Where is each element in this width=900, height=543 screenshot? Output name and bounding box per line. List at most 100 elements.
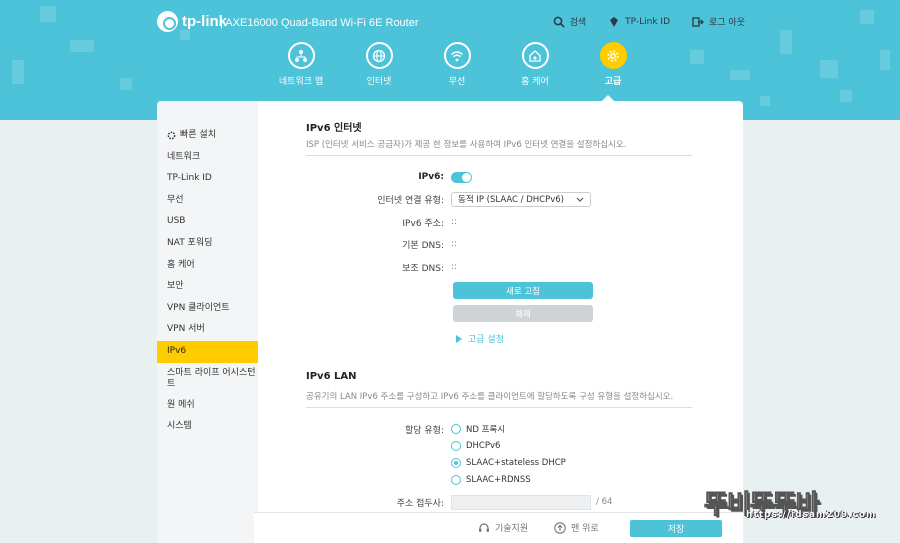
release-button[interactable]: 해제 xyxy=(453,305,593,322)
radio-circle xyxy=(451,475,461,485)
assign-option-row: DHCPv6 xyxy=(306,438,706,454)
chevron-down-icon xyxy=(576,197,584,202)
router-model: | AXE16000 Quad-Band Wi-Fi 6E Router xyxy=(220,17,419,29)
connection-type-select[interactable]: 동적 IP (SLAAC / DHCPv6) xyxy=(451,191,591,207)
sidebar-item-vpn-client[interactable]: VPN 클라이언트 xyxy=(157,298,258,320)
nav-advanced-label: 고급 xyxy=(604,77,622,87)
advanced-settings-label: 고급 설정 xyxy=(468,335,504,345)
assign-option-row: SLAAC+stateless DHCP xyxy=(306,455,706,471)
assign-option-row: SLAAC+RDNSS xyxy=(306,472,706,488)
radio-label: DHCPv6 xyxy=(466,441,501,451)
nav-advanced[interactable]: 고급 xyxy=(574,42,652,87)
radio-circle xyxy=(451,441,461,451)
ipv6-address-row: IPv6 주소: :: xyxy=(306,214,706,230)
watermark: 뚜비뚜뚜바 https://idsam209.com xyxy=(704,484,894,526)
sidebar-item-nat-forwarding[interactable]: NAT 포워딩 xyxy=(157,233,258,255)
search-button[interactable]: 검색 xyxy=(553,15,587,28)
footer-bar: 기술지원 맨 위로 저장 xyxy=(254,512,743,543)
search-label: 검색 xyxy=(569,18,587,28)
renew-button[interactable]: 새로 고침 xyxy=(453,282,593,299)
radio-label: SLAAC+RDNSS xyxy=(466,475,531,485)
radio-label: ND 프록시 xyxy=(466,425,506,435)
tplink-id-button[interactable]: TP-Link ID xyxy=(608,15,670,28)
primary-dns-row: 기본 DNS: :: xyxy=(306,236,706,252)
primary-dns-value: :: xyxy=(451,239,458,249)
sidebar-item-wireless[interactable]: 무선 xyxy=(157,190,258,212)
tp-link-logo[interactable]: tp-link xyxy=(157,11,227,32)
radio-nd-proxy[interactable]: ND 프록시 xyxy=(448,423,505,435)
nav-home-care-label: 홈 케어 xyxy=(521,77,549,87)
sidebar-item-label: 빠른 설치 xyxy=(180,130,216,140)
nav-wireless[interactable]: 무선 xyxy=(418,42,496,87)
sidebar-item-ipv6[interactable]: IPv6 xyxy=(157,340,258,363)
advanced-settings-link[interactable]: 고급 설정 xyxy=(456,332,504,345)
logout-icon xyxy=(692,16,704,27)
ipv6-address-label: IPv6 주소: xyxy=(402,218,444,229)
secondary-dns-label: 보조 DNS: xyxy=(402,263,444,274)
logout-label: 로그 아웃 xyxy=(709,18,745,28)
nav-home-care[interactable]: 홈 케어 xyxy=(496,42,574,87)
ipv6-address-value: :: xyxy=(451,217,458,227)
sidebar-item-network[interactable]: 네트워크 xyxy=(157,147,258,169)
sidebar-item-quick-setup[interactable]: 빠른 설치 xyxy=(157,125,258,147)
home-care-icon xyxy=(529,49,541,62)
sidebar-item-tplink-id[interactable]: TP-Link ID xyxy=(157,168,258,190)
nav-network-map-label: 네트워크 맵 xyxy=(278,77,324,87)
top-bar: tp-link | AXE16000 Quad-Band Wi-Fi 6E Ro… xyxy=(0,0,900,42)
network-map-icon xyxy=(295,49,307,62)
globe-icon xyxy=(372,49,386,62)
connection-type-value: 동적 IP (SLAAC / DHCPv6) xyxy=(458,195,564,205)
main-content: IPv6 인터넷 ISP (인터넷 서비스 공급자)가 제공 한 정보를 사용하… xyxy=(258,101,743,543)
ipv6-label: IPv6: xyxy=(418,172,444,182)
connection-type-label: 인터넷 연결 유형: xyxy=(377,195,444,206)
expand-arrow-icon xyxy=(456,334,462,343)
quick-setup-icon xyxy=(167,131,176,140)
logo-icon xyxy=(157,11,178,32)
sidebar-item-vpn-server[interactable]: VPN 서버 xyxy=(157,319,258,341)
assign-type-row: 할당 유형: ND 프록시 xyxy=(306,421,706,437)
address-prefix-row: 주소 접두사: / 64 xyxy=(306,494,706,510)
address-prefix-label: 주소 접두사: xyxy=(396,498,444,509)
prefix-length-unit: / 64 xyxy=(596,497,613,507)
address-prefix-input[interactable] xyxy=(451,494,591,510)
radio-circle-selected xyxy=(451,458,461,468)
nav-internet[interactable]: 인터넷 xyxy=(340,42,418,87)
nav-wireless-label: 무선 xyxy=(448,77,466,87)
connection-type-row: 인터넷 연결 유형: 동적 IP (SLAAC / DHCPv6) xyxy=(306,191,706,207)
support-link[interactable]: 기술지원 xyxy=(478,521,528,534)
ipv6-lan-description: 공유기의 LAN IPv6 주소를 구성하고 IPv6 주소를 클라이언트에 할… xyxy=(306,390,692,408)
arrow-up-icon xyxy=(554,521,566,534)
radio-slaac-rdnss[interactable]: SLAAC+RDNSS xyxy=(448,475,531,485)
tplink-id-label: TP-Link ID xyxy=(625,16,671,27)
sidebar-item-security[interactable]: 보안 xyxy=(157,276,258,298)
back-to-top-link[interactable]: 맨 위로 xyxy=(554,521,599,534)
ipv6-toggle-row: IPv6: xyxy=(306,169,706,185)
radio-circle xyxy=(451,424,461,434)
radio-slaac-stateless-dhcp[interactable]: SLAAC+stateless DHCP xyxy=(448,458,566,468)
nav-network-map[interactable]: 네트워크 맵 xyxy=(262,42,340,87)
sidebar-item-onemesh[interactable]: 원 메쉬 xyxy=(157,395,258,417)
watermark-url: https://idsam209.com xyxy=(746,510,877,520)
ipv6-internet-title: IPv6 인터넷 xyxy=(306,123,362,134)
sidebar: 빠른 설치 네트워크 TP-Link ID 무선 USB NAT 포워딩 홈 케… xyxy=(157,101,258,543)
ipv6-lan-title: IPv6 LAN xyxy=(306,371,357,382)
secondary-dns-row: 보조 DNS: :: xyxy=(306,259,706,275)
sidebar-item-smart-life[interactable]: 스마트 라이프 어시스턴트 xyxy=(157,363,258,395)
ipv6-toggle[interactable] xyxy=(451,171,472,183)
secondary-dns-value: :: xyxy=(451,262,458,272)
search-icon xyxy=(553,16,565,28)
back-to-top-label: 맨 위로 xyxy=(571,524,599,534)
sidebar-item-home-care[interactable]: 홈 케어 xyxy=(157,255,258,277)
assign-type-label: 할당 유형: xyxy=(404,425,444,436)
wifi-icon xyxy=(451,50,463,61)
headset-icon xyxy=(479,522,489,532)
radio-label: SLAAC+stateless DHCP xyxy=(466,458,566,468)
logout-button[interactable]: 로그 아웃 xyxy=(692,15,745,28)
main-nav: 네트워크 맵 인터넷 무선 홈 케어 고급 xyxy=(262,42,652,87)
gear-icon xyxy=(607,49,619,62)
primary-dns-label: 기본 DNS: xyxy=(402,240,444,251)
nav-internet-label: 인터넷 xyxy=(366,77,392,87)
sidebar-item-usb[interactable]: USB xyxy=(157,211,258,233)
sidebar-item-system[interactable]: 시스템 xyxy=(157,416,258,438)
radio-dhcpv6[interactable]: DHCPv6 xyxy=(448,441,500,451)
